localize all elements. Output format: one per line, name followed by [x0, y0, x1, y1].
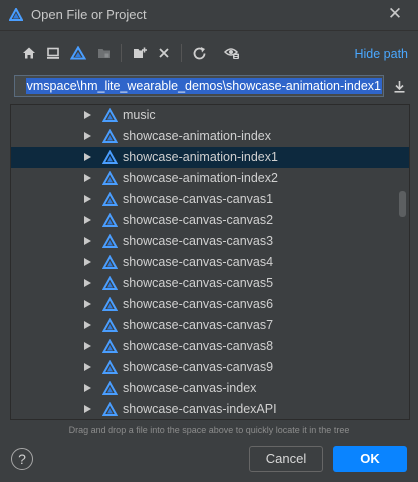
project-icon: [102, 171, 118, 185]
tree-item-label: showcase-canvas-canvas1: [123, 192, 274, 206]
tree-item[interactable]: showcase-animation-index1: [11, 147, 409, 168]
path-row: vmspace\hm_lite_wearable_demos\showcase-…: [14, 75, 410, 97]
path-input[interactable]: vmspace\hm_lite_wearable_demos\showcase-…: [14, 75, 384, 97]
tree-item-label: showcase-animation-index1: [123, 150, 278, 164]
tree-item-label: showcase-canvas-canvas7: [123, 318, 274, 332]
project-icon: [102, 255, 118, 269]
project-icon: [102, 129, 118, 143]
tree-item-label: showcase-canvas-canvas9: [123, 360, 274, 374]
hint-text: Drag and drop a file into the space abov…: [68, 425, 350, 435]
project-icon: [102, 234, 118, 248]
toolbar: Hide path: [0, 40, 418, 68]
project-icon: [102, 381, 118, 395]
expand-arrow-icon[interactable]: [84, 384, 91, 392]
expand-arrow-icon[interactable]: [84, 279, 91, 287]
expand-arrow-icon[interactable]: [84, 174, 91, 182]
tree-item[interactable]: showcase-canvas-canvas4: [11, 252, 409, 273]
tree-item-label: showcase-canvas-index: [123, 381, 257, 395]
tree-item[interactable]: showcase-animation-index: [11, 126, 409, 147]
download-button[interactable]: [390, 77, 408, 95]
refresh-button[interactable]: [189, 43, 209, 63]
toolbar-separator: [181, 44, 182, 62]
deveco-logo-icon: [70, 46, 86, 60]
tree-item-label: music: [123, 108, 156, 122]
folder-module-icon: [98, 49, 110, 58]
tree-item-label: showcase-canvas-indexAPI: [123, 402, 277, 416]
desktop-icon: [47, 47, 59, 59]
toolbar-separator: [121, 44, 122, 62]
project-icon: [102, 108, 118, 122]
tree-item-label: showcase-canvas-canvas2: [123, 213, 274, 227]
refresh-icon: [193, 46, 205, 59]
project-icon: [102, 150, 118, 164]
tree-item[interactable]: showcase-canvas-canvas3: [11, 231, 409, 252]
expand-arrow-icon[interactable]: [84, 111, 91, 119]
expand-arrow-icon[interactable]: [84, 195, 91, 203]
tree-item[interactable]: showcase-canvas-canvas2: [11, 210, 409, 231]
expand-arrow-icon[interactable]: [84, 321, 91, 329]
expand-arrow-icon[interactable]: [84, 258, 91, 266]
show-hidden-icon: [224, 48, 239, 59]
directory-tree[interactable]: music showcase-animation-index showcase-an…: [10, 104, 410, 420]
desktop-button[interactable]: [43, 43, 63, 63]
project-icon: [102, 192, 118, 206]
project-icon: [102, 402, 118, 416]
window-title: Open File or Project: [31, 7, 147, 22]
tree-item-label: showcase-canvas-canvas5: [123, 276, 274, 290]
deveco-logo-icon: [9, 8, 23, 21]
project-button[interactable]: [68, 43, 88, 63]
module-button[interactable]: [94, 43, 114, 63]
tree-item-label: showcase-animation-index2: [123, 171, 278, 185]
ok-button[interactable]: OK: [333, 446, 407, 472]
project-icon: [102, 318, 118, 332]
tree-item[interactable]: showcase-animation-index2: [11, 168, 409, 189]
hide-path-link[interactable]: Hide path: [354, 47, 408, 61]
expand-arrow-icon[interactable]: [84, 132, 91, 140]
tree-item[interactable]: showcase-canvas-indexAPI: [11, 399, 409, 419]
tree-item[interactable]: showcase-canvas-canvas9: [11, 357, 409, 378]
new-folder-button[interactable]: [130, 43, 150, 63]
expand-arrow-icon[interactable]: [84, 216, 91, 224]
tree-item-label: showcase-canvas-canvas6: [123, 297, 274, 311]
tree-item-label: showcase-canvas-canvas4: [123, 255, 274, 269]
expand-arrow-icon[interactable]: [84, 405, 91, 413]
title-bar: Open File or Project ✕: [0, 0, 418, 31]
delete-button[interactable]: [154, 43, 174, 63]
expand-arrow-icon[interactable]: [84, 342, 91, 350]
expand-arrow-icon[interactable]: [84, 300, 91, 308]
tree-item[interactable]: showcase-canvas-canvas1: [11, 189, 409, 210]
delete-icon: [159, 48, 169, 58]
tree-item-label: showcase-canvas-canvas8: [123, 339, 274, 353]
cancel-button[interactable]: Cancel: [249, 446, 323, 472]
close-button[interactable]: ✕: [386, 4, 404, 24]
tree-item-label: showcase-canvas-canvas3: [123, 234, 274, 248]
project-icon: [102, 213, 118, 227]
tree-item[interactable]: showcase-canvas-index: [11, 378, 409, 399]
scrollbar-thumb[interactable]: [399, 191, 406, 217]
tree-item[interactable]: showcase-canvas-canvas5: [11, 273, 409, 294]
show-hidden-button[interactable]: [222, 43, 242, 63]
tree-item-label: showcase-animation-index: [123, 129, 271, 143]
tree-item[interactable]: music: [11, 105, 409, 126]
tree-item[interactable]: showcase-canvas-canvas7: [11, 315, 409, 336]
project-icon: [102, 297, 118, 311]
expand-arrow-icon[interactable]: [84, 153, 91, 161]
project-icon: [102, 360, 118, 374]
expand-arrow-icon[interactable]: [84, 363, 91, 371]
project-icon: [102, 276, 118, 290]
path-input-text: vmspace\hm_lite_wearable_demos\showcase-…: [25, 78, 382, 94]
expand-arrow-icon[interactable]: [84, 237, 91, 245]
download-icon: [394, 80, 404, 93]
tree-item[interactable]: showcase-canvas-canvas8: [11, 336, 409, 357]
home-button[interactable]: [19, 43, 39, 63]
project-icon: [102, 339, 118, 353]
help-button[interactable]: ?: [11, 448, 33, 470]
tree-item[interactable]: showcase-canvas-canvas6: [11, 294, 409, 315]
home-icon: [23, 47, 35, 59]
new-folder-icon: [134, 47, 147, 58]
